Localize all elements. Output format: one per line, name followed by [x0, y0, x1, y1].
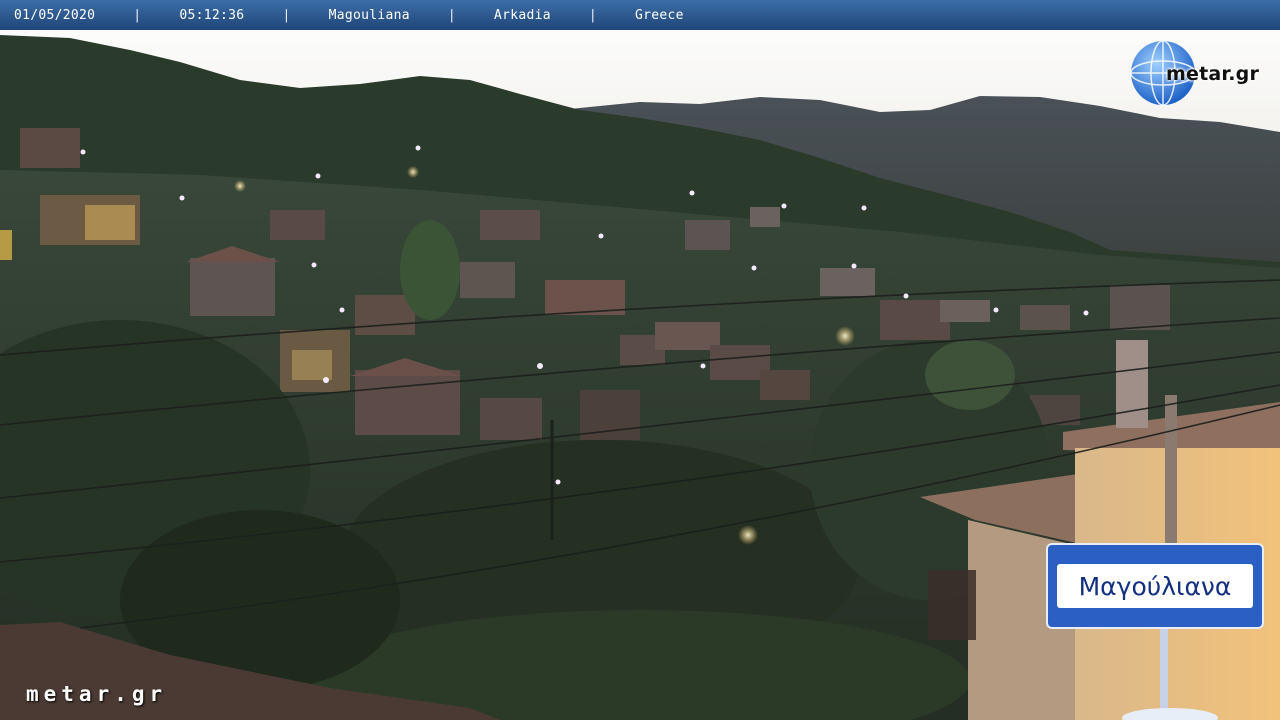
separator: | — [588, 7, 598, 23]
village-text: Magouliana — [328, 7, 410, 23]
region-text: Arkadia — [494, 7, 551, 23]
info-bar: 01/05/2020 | 05:12:36 | Magouliana | Ark… — [0, 0, 1280, 30]
village-sign-text: Μαγούλιανα — [1078, 571, 1232, 601]
watermark: metar.gr — [26, 682, 168, 706]
sign-pole — [1160, 625, 1168, 720]
logo-text: metar.gr — [1166, 63, 1260, 85]
country-text: Greece — [635, 7, 684, 23]
village-sign: Μαγούλιανα — [1048, 545, 1262, 627]
separator: | — [282, 7, 291, 23]
webcam-frame: 01/05/2020 | 05:12:36 | Magouliana | Ark… — [0, 0, 1280, 720]
date-text: 01/05/2020 — [14, 7, 96, 23]
time-text: 05:12:36 — [179, 7, 245, 23]
village-sign-panel: Μαγούλιανα — [1057, 564, 1253, 608]
separator: | — [133, 7, 142, 23]
separator: | — [447, 7, 456, 23]
logo: metar.gr — [1128, 38, 1278, 108]
